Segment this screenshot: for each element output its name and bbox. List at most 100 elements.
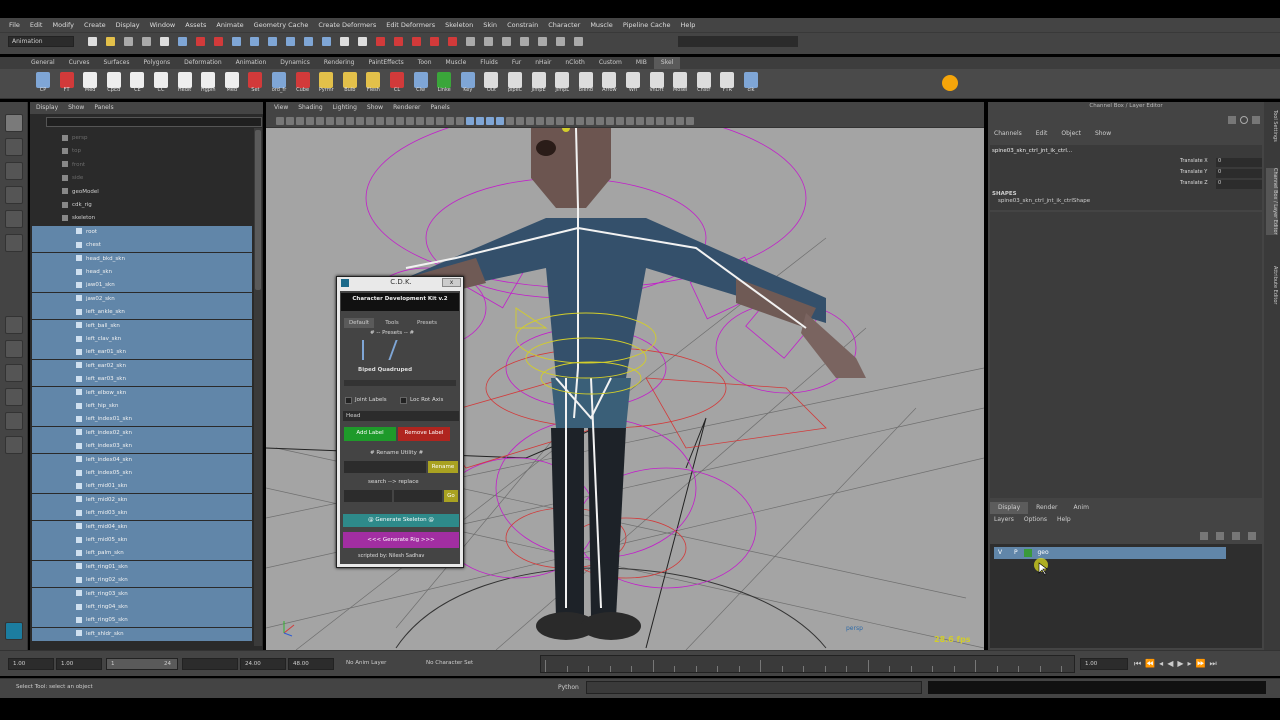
status-tool-icon[interactable] [466, 37, 475, 46]
status-tool-icon[interactable] [106, 37, 115, 46]
menu-item[interactable]: Edit [25, 21, 48, 29]
outliner-item[interactable]: left_clav_skn [32, 333, 252, 346]
shelf-tab[interactable]: Toon [411, 57, 439, 69]
layout-graph-icon[interactable] [5, 412, 23, 430]
viewport-toolbar-icon[interactable] [276, 117, 284, 125]
rotate-tool-icon[interactable] [5, 210, 23, 228]
shelf-button-icon[interactable] [555, 72, 570, 88]
select-tool-icon[interactable] [5, 114, 23, 132]
viewport-toolbar-icon[interactable] [496, 117, 504, 125]
end-time-field[interactable]: 48.00 [288, 658, 334, 670]
shelf-button-icon[interactable] [626, 72, 640, 88]
shelf-tab[interactable]: Rendering [317, 57, 362, 69]
shelf-tab[interactable]: Surfaces [96, 57, 136, 69]
layer-tab-render[interactable]: Render [1028, 502, 1065, 514]
menu-item[interactable]: Animate [211, 21, 248, 29]
menu-item[interactable]: Muscle [585, 21, 618, 29]
step-back-key-icon[interactable]: ◂ [1159, 659, 1163, 671]
viewport-toolbar-icon[interactable] [596, 117, 604, 125]
anim-layer-selector[interactable]: No Anim Layer [346, 660, 386, 666]
viewport-toolbar-icon[interactable] [666, 117, 674, 125]
shelf-button-icon[interactable] [673, 72, 688, 88]
status-tool-icon[interactable] [358, 37, 367, 46]
outliner-item[interactable]: left_elbow_skn [32, 386, 252, 400]
outliner-item[interactable]: left_ring04_skn [32, 601, 252, 614]
menu-item[interactable]: Create Deformers [313, 21, 381, 29]
playback-start-field[interactable]: 1.00 [56, 658, 102, 670]
generate-rig-button[interactable]: <<< Generate Rig >>> [343, 532, 459, 548]
shelf-tab[interactable]: Fur [505, 57, 528, 69]
outliner-scroll-thumb[interactable] [255, 130, 261, 290]
tool-settings-tab[interactable]: Tool Settings [1266, 110, 1278, 142]
shelf-button-icon[interactable] [106, 72, 121, 88]
shelf-button-icon[interactable] [460, 72, 475, 88]
viewport-toolbar-icon[interactable] [646, 117, 654, 125]
viewport-toolbar-icon[interactable] [536, 117, 544, 125]
outliner-item[interactable]: left_index04_skn [32, 453, 252, 467]
outliner-item[interactable]: left_ring01_skn [32, 560, 252, 574]
status-tool-icon[interactable] [340, 37, 349, 46]
shelf-button-icon[interactable] [531, 72, 546, 88]
cdk-close-button[interactable]: x [442, 278, 461, 287]
shelf-tab[interactable]: nCloth [558, 57, 592, 69]
layout-four-icon[interactable] [5, 340, 23, 358]
status-tool-icon[interactable] [322, 37, 331, 46]
paint-select-icon[interactable] [5, 162, 23, 180]
layer-down-icon[interactable] [1248, 532, 1256, 540]
outliner-item[interactable]: jaw02_skn [32, 292, 252, 306]
layout-two-icon[interactable] [5, 364, 23, 382]
layout-hypershade-icon[interactable] [5, 436, 23, 454]
outliner-item[interactable]: head_bkd_skn [32, 252, 252, 266]
menu-item[interactable]: Pipeline Cache [618, 21, 676, 29]
shelf-button-icon[interactable] [154, 72, 168, 88]
viewport-toolbar-icon[interactable] [516, 117, 524, 125]
outliner-item[interactable]: cdk_rig [32, 199, 252, 212]
outliner-item[interactable]: left_mid01_skn [32, 480, 252, 494]
replace-input[interactable] [394, 490, 442, 502]
attribute-editor-tab[interactable]: Attribute Editor [1266, 266, 1278, 304]
shelf-button-icon[interactable] [508, 72, 522, 88]
shelf-tab[interactable]: General [24, 57, 62, 69]
status-tool-icon[interactable] [88, 37, 97, 46]
viewport-toolbar-icon[interactable] [396, 117, 404, 125]
remove-label-button[interactable]: Remove Label [398, 427, 450, 441]
current-time-field[interactable]: 1.00 [1080, 658, 1128, 670]
layer-row[interactable]: V P geo [994, 547, 1226, 559]
menu-item[interactable]: Assets [180, 21, 211, 29]
shelf-tab[interactable]: Muscle [439, 57, 474, 69]
layout-outliner-icon[interactable] [5, 388, 23, 406]
viewport-toolbar-icon[interactable] [376, 117, 384, 125]
play-forward-icon[interactable]: ▶ [1177, 659, 1183, 671]
viewport-toolbar-icon[interactable] [686, 117, 694, 125]
go-button[interactable]: Go [444, 490, 458, 502]
start-time-field[interactable]: 1.00 [8, 658, 54, 670]
status-tool-icon[interactable] [538, 37, 547, 46]
status-tool-icon[interactable] [268, 37, 277, 46]
shelf-button-icon[interactable] [484, 72, 499, 88]
channel-box-tab[interactable]: Channel Box / Layer Editor [1266, 168, 1278, 235]
viewport-menu-item[interactable]: Renderer [393, 102, 420, 114]
viewport-menu-item[interactable]: Panels [430, 102, 449, 114]
menu-item[interactable]: Constrain [502, 21, 543, 29]
viewport-toolbar-icon[interactable] [546, 117, 554, 125]
cb-menu-show[interactable]: Show [1095, 130, 1111, 141]
shelf-button-icon[interactable] [83, 72, 98, 88]
status-tool-icon[interactable] [430, 37, 439, 46]
viewport-toolbar-icon[interactable] [386, 117, 394, 125]
viewport-toolbar-icon[interactable] [566, 117, 574, 125]
cb-menu-object[interactable]: Object [1061, 130, 1081, 141]
shelf-tab[interactable]: Curves [62, 57, 97, 69]
outliner-item[interactable]: left_ear03_skn [32, 373, 252, 387]
outliner-menu-panels[interactable]: Panels [94, 102, 113, 114]
viewport-toolbar-icon[interactable] [506, 117, 514, 125]
shelf-button-icon[interactable] [248, 72, 263, 88]
viewport-toolbar-icon[interactable] [296, 117, 304, 125]
viewport-toolbar-icon[interactable] [576, 117, 584, 125]
shelf-button-icon[interactable] [390, 72, 404, 88]
outliner-item[interactable]: chest [32, 239, 252, 253]
viewport-toolbar-icon[interactable] [676, 117, 684, 125]
layer-menu-help[interactable]: Help [1057, 516, 1071, 526]
menu-item[interactable]: Skeleton [440, 21, 478, 29]
cb-menu-channels[interactable]: Channels [994, 130, 1022, 141]
shelf-tab[interactable]: PaintEffects [361, 57, 410, 69]
